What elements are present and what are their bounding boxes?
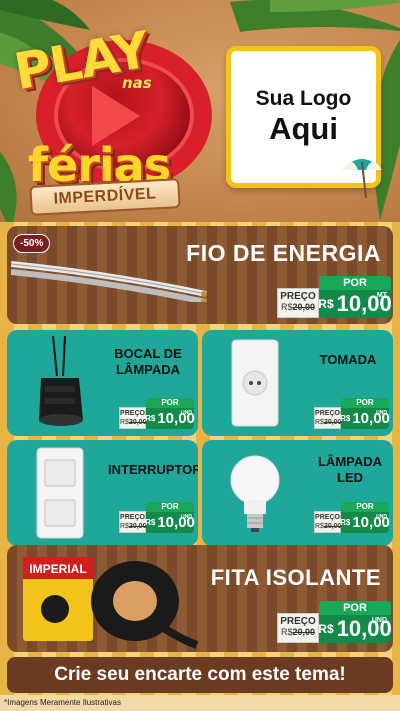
product-card-fio-de-energia[interactable]: -50% FIO DE ENERGIA POR PREÇO R$20,00 R$… — [7, 226, 393, 324]
price-tag: POR PREÇO R$20,00 R$ 10,00 UND — [119, 398, 195, 429]
por-label: POR — [319, 601, 391, 615]
price-tag: POR PREÇO R$20,00 R$ 10,00 UND — [314, 398, 390, 429]
por-label: POR — [146, 502, 194, 512]
product-title: TOMADA — [319, 352, 377, 367]
old-price-box: PREÇO R$20,00 — [119, 511, 146, 533]
price-unit: MT — [376, 292, 387, 299]
price-label: PREÇO — [280, 291, 316, 302]
product-card-lampada-led[interactable]: LÂMPADA LED POR PREÇO R$20,00 R$ 10,00 U… — [202, 440, 393, 546]
currency: R$ — [145, 414, 156, 423]
old-price: R$20,00 — [120, 523, 147, 530]
play-icon — [92, 86, 140, 146]
por-label: POR — [146, 398, 194, 408]
old-price-box: PREÇO R$20,00 — [314, 407, 341, 429]
logo-line-2: Aqui — [269, 111, 338, 146]
socket-image — [13, 336, 108, 430]
old-price-box: PREÇO R$20,00 — [277, 288, 319, 318]
currency: R$ — [318, 622, 334, 636]
price-tag: POR PREÇO R$20,00 R$ 10,00 MT — [277, 276, 392, 318]
price-label: PREÇO — [315, 514, 340, 521]
flyer-page: PLAY nas férias IMPERDÍVEL Sua Logo Aqui… — [0, 0, 400, 711]
bulb-image — [208, 446, 303, 540]
por-label: POR — [341, 398, 389, 408]
old-price-box: PREÇO R$20,00 — [119, 407, 146, 429]
campaign-word-nas: nas — [122, 74, 152, 92]
price-tag: POR PREÇO R$20,00 R$ 10,00 UND — [277, 601, 392, 643]
product-card-fita-isolante[interactable]: IMPERIAL FITA ISOLANTE POR PREÇO R$20,00… — [7, 545, 393, 652]
outlet-image — [208, 336, 303, 430]
price-unit: UND — [371, 617, 387, 624]
product-card-tomada[interactable]: TOMADA POR PREÇO R$20,00 R$ 10,00 UND — [202, 330, 393, 436]
price-unit: UND — [181, 410, 192, 416]
price-unit: UND — [376, 410, 387, 416]
logo-line-1: Sua Logo — [255, 87, 352, 110]
old-price: R$20,00 — [120, 419, 147, 426]
footnote: *Imagens Meramente Ilustrativas — [4, 698, 121, 707]
price-label: PREÇO — [120, 514, 145, 521]
discount-badge: -50% — [13, 234, 51, 253]
old-price: R$20,00 — [315, 523, 342, 530]
product-title: FITA ISOLANTE — [210, 565, 381, 590]
umbrella-icon — [342, 159, 382, 199]
currency: R$ — [340, 518, 351, 527]
cable-image — [11, 261, 207, 302]
tape-image: IMPERIAL — [23, 557, 199, 649]
product-title: BOCAL DE LÂMPADA — [114, 346, 182, 377]
price-label: PREÇO — [280, 616, 316, 627]
price-label: PREÇO — [315, 410, 340, 417]
product-card-bocal[interactable]: BOCAL DE LÂMPADA POR PREÇO R$20,00 R$ 10… — [7, 330, 198, 436]
currency: R$ — [340, 414, 351, 423]
old-price-box: PREÇO R$20,00 — [314, 511, 341, 533]
product-title: INTERRUPTOR — [108, 462, 198, 477]
old-price: R$20,00 — [315, 419, 342, 426]
price-unit: UND — [181, 514, 192, 520]
price-label: PREÇO — [120, 410, 145, 417]
price-tag: POR PREÇO R$20,00 R$ 10,00 UND — [314, 502, 390, 533]
currency: R$ — [318, 297, 334, 311]
por-label: POR — [341, 502, 389, 512]
product-title: LÂMPADA LED — [317, 454, 383, 485]
cta-banner[interactable]: Crie seu encarte com este tema! — [7, 657, 393, 693]
product-title: FIO DE ENERGIA — [186, 240, 381, 266]
tape-brand: IMPERIAL — [29, 562, 86, 576]
old-price: R$20,00 — [280, 627, 316, 637]
old-price-box: PREÇO R$20,00 — [277, 613, 319, 643]
switch-image — [13, 446, 108, 540]
currency: R$ — [145, 518, 156, 527]
old-price: R$20,00 — [280, 302, 316, 312]
price-unit: UND — [376, 514, 387, 520]
price-tag: POR PREÇO R$20,00 R$ 10,00 UND — [119, 502, 195, 533]
product-card-interruptor[interactable]: INTERRUPTOR POR PREÇO R$20,00 R$ 10,00 U… — [7, 440, 198, 546]
por-label: POR — [319, 276, 391, 290]
header-banner: PLAY nas férias IMPERDÍVEL Sua Logo Aqui — [0, 0, 400, 222]
